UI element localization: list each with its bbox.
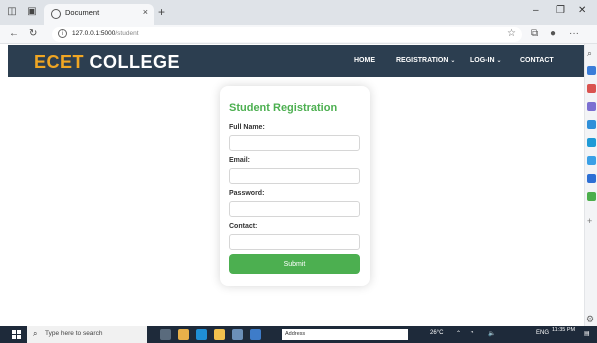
notifications-icon[interactable]: ▤ <box>584 330 590 337</box>
sidebar-app-icon[interactable] <box>587 66 596 75</box>
taskbar-clock[interactable]: 11:35 PM <box>552 327 575 334</box>
url-text[interactable]: 127.0.0.1:5000/student <box>72 30 139 37</box>
tab-close-button[interactable]: × <box>143 7 148 17</box>
refresh-icon[interactable]: ↻ <box>29 28 37 39</box>
chevron-down-icon: ⌄ <box>496 58 502 64</box>
sidebar-app-icon[interactable] <box>587 156 596 165</box>
email-label: Email: <box>229 157 251 164</box>
site-navbar: ECET COLLEGE HOME REGISTRATION ⌄ LOG-IN … <box>8 45 584 77</box>
file-explorer-icon[interactable] <box>214 329 225 340</box>
password-field[interactable] <box>229 201 360 217</box>
nav-home[interactable]: HOME <box>354 57 375 64</box>
sidebar-app-icon[interactable] <box>587 102 596 111</box>
settings-gear-icon[interactable]: ⚙ <box>586 314 594 325</box>
new-tab-button[interactable]: + <box>158 5 165 19</box>
weather-temp[interactable]: 26°C <box>430 330 443 336</box>
site-logo[interactable]: ECET COLLEGE <box>34 52 180 73</box>
address-toolbar: ← ↻ i 127.0.0.1:5000/student ☆ ⧉ ● ··· <box>0 25 597 44</box>
taskbar-app-icon[interactable] <box>232 329 243 340</box>
contact-label: Contact: <box>229 223 258 230</box>
back-arrow-icon[interactable]: ← <box>9 28 19 39</box>
taskbar-address-box[interactable]: Address <box>282 329 408 340</box>
sidebar-app-icon[interactable] <box>587 120 596 129</box>
browser-tab[interactable]: Document × <box>44 4 154 25</box>
windows-taskbar: ⌕ Type here to search Address 26°C ⌃ ◔ 🔈… <box>0 326 597 343</box>
contact-field[interactable] <box>229 234 360 250</box>
taskbar-app-icon[interactable] <box>250 329 261 340</box>
edge-browser-icon[interactable] <box>196 329 207 340</box>
volume-icon[interactable]: 🔈 <box>488 330 495 337</box>
browser-sidebar: ⌕ + <box>584 44 597 326</box>
full-name-field[interactable] <box>229 135 360 151</box>
web-page: ECET COLLEGE HOME REGISTRATION ⌄ LOG-IN … <box>0 44 584 326</box>
sidebar-app-icon[interactable] <box>587 138 596 147</box>
sidebar-app-icon[interactable] <box>587 192 596 201</box>
minimize-button[interactable]: – <box>533 5 539 16</box>
registration-form: Student Registration Full Name: Email: P… <box>220 86 370 286</box>
page-icon <box>51 9 61 19</box>
submit-button[interactable]: Submit <box>229 254 360 274</box>
taskbar-search-placeholder: Type here to search <box>45 330 103 337</box>
password-label: Password: <box>229 190 265 197</box>
site-info-icon[interactable]: i <box>58 29 67 38</box>
search-icon: ⌕ <box>33 329 38 338</box>
chevron-down-icon: ⌄ <box>450 58 456 64</box>
tab-actions-icon[interactable]: ◫ <box>6 6 18 18</box>
nav-registration[interactable]: REGISTRATION ⌄ <box>396 57 455 64</box>
taskbar-search[interactable]: ⌕ Type here to search <box>27 326 147 343</box>
nav-login[interactable]: LOG-IN ⌄ <box>470 57 501 64</box>
browser-tab-bar: ◫ ▣ Document × + – ❐ ✕ <box>0 0 597 25</box>
profile-icon[interactable]: ● <box>550 28 556 39</box>
language-indicator[interactable]: ENG <box>536 330 549 336</box>
full-name-label: Full Name: <box>229 124 265 131</box>
taskbar-app-icon[interactable] <box>178 329 189 340</box>
url-bar[interactable]: i 127.0.0.1:5000/student ☆ <box>52 27 522 42</box>
collections-icon[interactable]: ⧉ <box>531 28 538 39</box>
search-icon[interactable]: ⌕ <box>587 48 596 58</box>
favorite-star-icon[interactable]: ☆ <box>507 28 516 39</box>
email-field[interactable] <box>229 168 360 184</box>
nav-contact[interactable]: CONTACT <box>520 57 554 64</box>
sidebar-app-icon[interactable] <box>587 84 596 93</box>
windows-start-icon[interactable] <box>12 330 21 339</box>
form-title: Student Registration <box>229 102 338 114</box>
restore-button[interactable]: ❐ <box>556 5 565 16</box>
tab-title: Document <box>65 8 100 17</box>
sidebar-app-icon[interactable] <box>587 174 596 183</box>
network-icon[interactable]: ◔ <box>470 330 474 336</box>
close-window-button[interactable]: ✕ <box>578 5 586 16</box>
tray-chevron-icon[interactable]: ⌃ <box>456 330 461 337</box>
more-icon[interactable]: ··· <box>569 28 579 39</box>
task-view-icon[interactable] <box>160 329 171 340</box>
tab-list-icon[interactable]: ▣ <box>26 6 38 18</box>
add-icon[interactable]: + <box>587 216 596 226</box>
